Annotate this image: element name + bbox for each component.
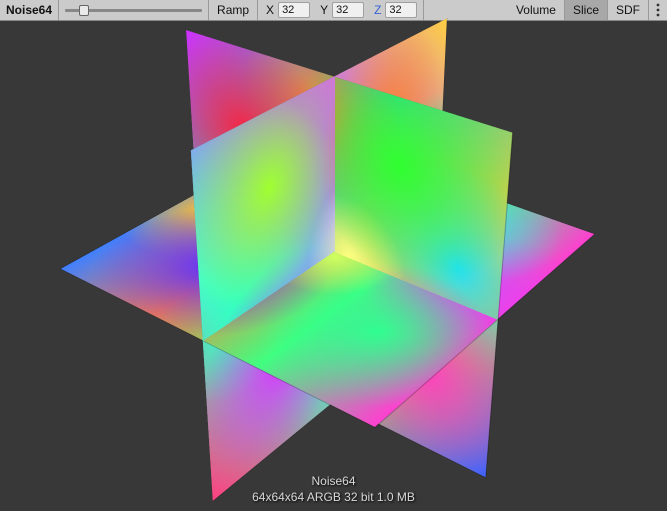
mip-slider[interactable] xyxy=(59,0,209,20)
footer-asset-name: Noise64 xyxy=(0,473,667,489)
z-label: Z xyxy=(366,3,385,17)
x-label: X xyxy=(258,3,278,17)
volume-button[interactable]: Volume xyxy=(508,0,565,20)
toolbar-spacer xyxy=(424,0,508,20)
preview-viewport[interactable] xyxy=(0,21,667,511)
ramp-button[interactable]: Ramp xyxy=(209,0,258,20)
footer-asset-info: 64x64x64 ARGB 32 bit 1.0 MB xyxy=(0,489,667,505)
slice-button[interactable]: Slice xyxy=(565,0,608,20)
more-options-icon[interactable] xyxy=(649,0,667,20)
volume-slice-preview xyxy=(186,30,512,477)
y-input[interactable]: 32 xyxy=(332,2,364,18)
slice-coords: X 32 Y 32 Z 32 xyxy=(258,0,424,20)
asset-name-label: Noise64 xyxy=(0,0,59,20)
z-input[interactable]: 32 xyxy=(385,2,417,18)
x-input[interactable]: 32 xyxy=(278,2,310,18)
toolbar: Noise64 Ramp X 32 Y 32 Z 32 Volume Slice… xyxy=(0,0,667,21)
sdf-button[interactable]: SDF xyxy=(608,0,649,20)
footer-info: Noise64 64x64x64 ARGB 32 bit 1.0 MB xyxy=(0,473,667,505)
y-label: Y xyxy=(312,3,332,17)
slider-track xyxy=(65,9,202,12)
slider-thumb[interactable] xyxy=(79,5,89,16)
